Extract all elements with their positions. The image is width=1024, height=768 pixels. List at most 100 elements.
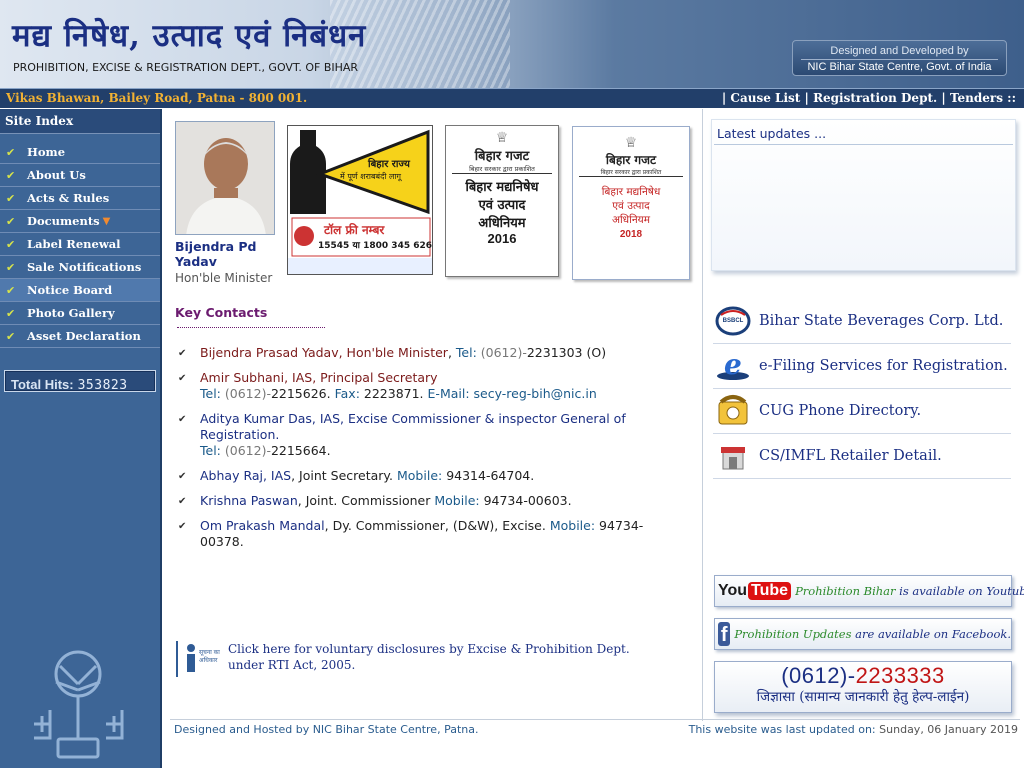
check-icon: ✔: [178, 471, 187, 482]
top-links: | Cause List | Registration Dept. | Tend…: [722, 91, 1016, 105]
list-item: ✔ Om Prakash Mandal, Dy. Commissioner, (…: [178, 518, 678, 550]
tel-label: Tel:: [455, 345, 477, 360]
sidebar-item-notice-board[interactable]: ✔ Notice Board: [0, 279, 160, 302]
check-icon: ✔: [6, 260, 16, 274]
office-address: Vikas Bhawan, Bailey Road, Patna - 800 0…: [6, 91, 308, 105]
sidebar-item-acts-rules[interactable]: ✔ Acts & Rules: [0, 187, 160, 210]
gazette-title: बिहार गजट: [474, 149, 530, 164]
check-icon: ✔: [6, 237, 16, 251]
poster-line2: में पूर्ण शराबबंदी लागू: [340, 172, 401, 181]
sidebar-menu: ✔ Home ✔ About Us ✔ Acts & Rules ✔ Documents…: [0, 141, 160, 348]
helpline-banner[interactable]: (0612)-2233333 जिज्ञासा (सामान्य जानकारी…: [714, 661, 1012, 713]
sidebar-item-label: Sale Notifications: [27, 260, 142, 274]
gazette-year: 2016: [487, 231, 517, 246]
youtube-channel-name: Prohibition Bihar: [795, 584, 896, 598]
facebook-text-rest: are available on Facebook.: [851, 627, 1011, 641]
check-icon: ✔: [6, 168, 16, 182]
prohibition-poster[interactable]: बिहार राज्य में पूर्ण शराबबंदी लागू टॉल …: [287, 125, 433, 275]
sidebar-item-label: Photo Gallery: [27, 306, 115, 320]
last-updated-label: This website was last updated on:: [688, 723, 876, 736]
service-retailer-detail[interactable]: CS/IMFL Retailer Detail.: [713, 434, 1011, 479]
chevron-down-icon[interactable]: ▼: [103, 216, 111, 227]
gazette-line3: अधिनियम: [611, 214, 651, 226]
cause-list-link[interactable]: Cause List: [730, 91, 800, 105]
contact-tel: 2231303 (O): [526, 345, 607, 360]
sidebar-item-label-renewal[interactable]: ✔ Label Renewal: [0, 233, 160, 256]
key-contacts-heading: Key Contacts: [175, 305, 268, 320]
list-item: ✔ Krishna Paswan, Joint. Commissioner Mo…: [178, 493, 678, 509]
mobile-label: Mobile:: [549, 518, 596, 533]
sidebar-item-about-us[interactable]: ✔ About Us: [0, 164, 160, 187]
contact-tel: 2215664.: [270, 443, 331, 458]
gazette-title: बिहार गजट: [605, 153, 657, 167]
check-icon: ✔: [6, 283, 16, 297]
svg-text:e: e: [724, 349, 742, 381]
mobile-label: Mobile:: [397, 468, 443, 483]
registration-dept-link[interactable]: Registration Dept.: [813, 91, 937, 105]
key-contacts-list: ✔ Bijendra Prasad Yadav, Hon'ble Ministe…: [178, 345, 678, 559]
youtube-logo-tube: Tube: [748, 582, 792, 600]
gazette-subtitle: बिहार सरकार द्वारा प्रकाशित: [452, 164, 552, 174]
sidebar-item-label: Home: [27, 145, 66, 159]
sidebar-item-sale-notifications[interactable]: ✔ Sale Notifications: [0, 256, 160, 279]
youtube-banner[interactable]: You Tube Prohibition Bihar is available o…: [714, 575, 1024, 607]
sidebar-item-home[interactable]: ✔ Home: [0, 141, 160, 164]
contact-role: , Joint Secretary.: [291, 468, 394, 483]
service-e-filing[interactable]: e e-Filing Services for Registration.: [713, 344, 1011, 389]
std-code: (0612)-: [224, 386, 271, 401]
bsbcl-logo-text: BSBCL: [722, 318, 744, 324]
youtube-text-rest: is available on Youtube.: [895, 584, 1024, 598]
emblem-icon: ♕: [624, 135, 638, 151]
contact-email-link[interactable]: secy-reg-bih@nic.in: [474, 386, 597, 401]
sidebar-item-documents[interactable]: ✔ Documents ▼: [0, 210, 160, 233]
check-icon: ✔: [6, 306, 16, 320]
tenders-link[interactable]: Tenders: [950, 91, 1003, 105]
site-header: मद्य निषेध, उत्पाद एवं निबंधन PROHIBITIO…: [0, 0, 1024, 88]
tel-label: Tel:: [200, 386, 221, 401]
gazette-2018-cover[interactable]: ♕ बिहार गजट बिहार सरकार द्वारा प्रकाशित …: [572, 126, 690, 280]
list-item: ✔ Aditya Kumar Das, IAS, Excise Commissi…: [178, 411, 678, 459]
sidebar-item-label: Acts & Rules: [27, 191, 110, 205]
service-bsbcl[interactable]: BSBCL Bihar State Beverages Corp. Ltd.: [713, 299, 1011, 344]
contact-name: Bijendra Prasad Yadav, Hon'ble Minister: [200, 345, 448, 360]
gazette-subtitle: बिहार सरकार द्वारा प्रकाशित: [579, 168, 683, 177]
email-label: E-Mail:: [427, 386, 470, 401]
site-title-hindi: मद्य निषेध, उत्पाद एवं निबंधन: [12, 18, 367, 54]
helpline-code: (0612)-: [781, 663, 856, 688]
shop-icon: [713, 438, 753, 474]
minister-portrait-icon: [176, 122, 274, 234]
check-icon: ✔: [6, 145, 16, 159]
address-bar: Vikas Bhawan, Bailey Road, Patna - 800 0…: [0, 88, 1024, 108]
main-content: Bijendra Pd Yadav Hon'ble Minister बिहार…: [164, 109, 701, 721]
sidebar-item-photo-gallery[interactable]: ✔ Photo Gallery: [0, 302, 160, 325]
helpline-digits: 2233333: [855, 663, 945, 688]
std-code: (0612)-: [480, 345, 527, 360]
sidebar-item-asset-declaration[interactable]: ✔ Asset Declaration: [0, 325, 160, 348]
poster-line1: बिहार राज्य: [368, 159, 410, 170]
sidebar-item-label: Label Renewal: [27, 237, 121, 251]
service-label: Bihar State Beverages Corp. Ltd.: [759, 313, 1004, 329]
contact-name: Aditya Kumar Das, IAS, Excise Commission…: [200, 411, 626, 442]
prohibition-poster-image: [288, 126, 432, 274]
service-cug-phone-directory[interactable]: CUG Phone Directory.: [713, 389, 1011, 434]
separator: |: [721, 91, 727, 105]
gazette-2016-cover[interactable]: ♕ बिहार गजट बिहार सरकार द्वारा प्रकाशित …: [445, 125, 559, 277]
nic-credit-line1: Designed and Developed by: [830, 45, 969, 57]
rti-disclosure-link[interactable]: सूचना का अधिकार Click here for voluntary…: [176, 641, 666, 677]
contact-name: Om Prakash Mandal: [200, 518, 325, 533]
contact-name: Krishna Paswan: [200, 493, 298, 508]
youtube-text: Prohibition Bihar is available on Youtub…: [795, 584, 1024, 598]
nic-credit-box[interactable]: Designed and Developed by NIC Bihar Stat…: [792, 40, 1007, 76]
check-icon: ✔: [178, 496, 187, 507]
service-label: CUG Phone Directory.: [759, 403, 922, 419]
check-icon: ✔: [178, 348, 187, 359]
youtube-logo-you: You: [718, 582, 748, 599]
check-icon: ✔: [178, 521, 187, 532]
facebook-banner[interactable]: f Prohibition Updates are available on F…: [714, 618, 1012, 650]
check-icon: ✔: [6, 214, 16, 228]
check-icon: ✔: [6, 191, 16, 205]
tel-label: Tel:: [200, 443, 221, 458]
bsbcl-logo-icon: BSBCL: [713, 303, 753, 339]
footer-credit: Designed and Hosted by NIC Bihar State C…: [174, 723, 479, 736]
minister-photo: [175, 121, 275, 235]
